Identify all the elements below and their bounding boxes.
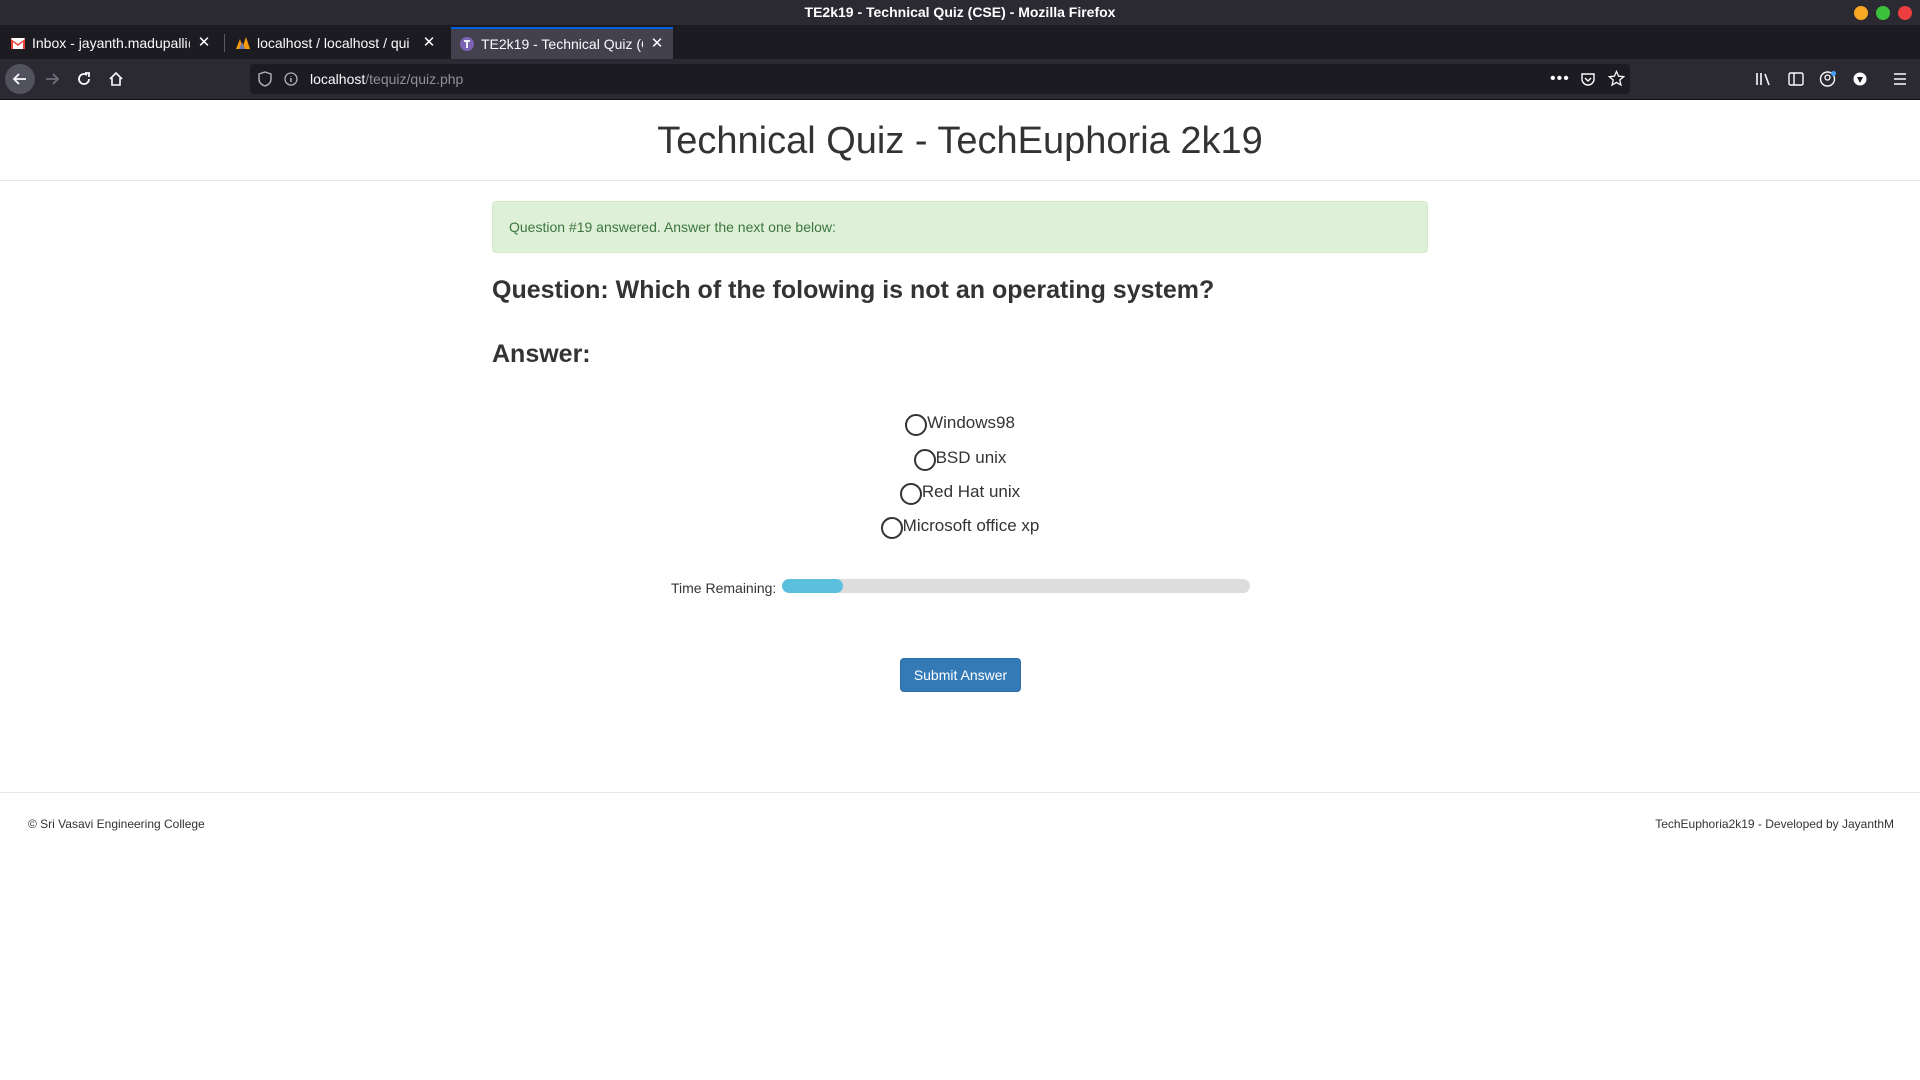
url-text[interactable]: localhost/tequiz/quiz.php xyxy=(310,64,463,94)
phpmyadmin-icon xyxy=(235,35,251,51)
answer-option[interactable]: Red Hat unix xyxy=(492,479,1428,505)
minimize-button[interactable] xyxy=(1854,6,1868,20)
url-host: localhost xyxy=(310,71,366,87)
sidebar-icon xyxy=(1788,72,1804,86)
bookmark-star-icon[interactable] xyxy=(1607,69,1626,92)
back-arrow-icon xyxy=(12,73,26,85)
forward-arrow-icon xyxy=(46,73,60,85)
back-button[interactable] xyxy=(5,64,35,94)
tab-title: Inbox - jayanth.madupalli@ xyxy=(32,35,190,51)
radio-button[interactable] xyxy=(905,414,928,436)
footer-credit: TechEuphoria2k19 - Developed by JayanthM xyxy=(1655,817,1894,831)
extension-icon xyxy=(1853,72,1867,86)
menu-button[interactable] xyxy=(1885,64,1915,94)
page-header: Technical Quiz - TechEuphoria 2k19 xyxy=(0,100,1920,181)
tab-title: localhost / localhost / qui xyxy=(257,35,410,51)
tab-title: TE2k19 - Technical Quiz (CS xyxy=(481,36,643,52)
close-tab-icon[interactable]: ✕ xyxy=(196,35,212,51)
navigation-toolbar: localhost/tequiz/quiz.php ••• xyxy=(0,59,1920,100)
tracking-shield-icon[interactable] xyxy=(258,71,272,92)
close-window-button[interactable] xyxy=(1898,6,1912,20)
question-text: Question: Which of the folowing is not a… xyxy=(492,276,1215,304)
hamburger-menu-icon xyxy=(1894,73,1906,85)
option-label[interactable]: Windows98 xyxy=(927,413,1015,433)
answer-label: Answer: xyxy=(492,340,591,368)
home-button[interactable] xyxy=(101,64,131,94)
answer-option[interactable]: Windows98 xyxy=(492,410,1428,436)
gmail-icon xyxy=(10,35,26,51)
url-bar[interactable]: localhost/tequiz/quiz.php ••• xyxy=(250,64,1630,94)
page-content: Technical Quiz - TechEuphoria 2k19 Quest… xyxy=(0,100,1920,1080)
account-icon xyxy=(1819,71,1836,87)
success-alert: Question #19 answered. Answer the next o… xyxy=(492,201,1428,253)
time-remaining-label: Time Remaining: xyxy=(671,580,777,596)
account-button[interactable] xyxy=(1813,64,1843,94)
maximize-button[interactable] xyxy=(1876,6,1890,20)
tab-quiz[interactable]: TE2k19 - Technical Quiz (CS ✕ xyxy=(451,27,673,59)
pocket-icon[interactable] xyxy=(1580,71,1596,92)
sidebar-button[interactable] xyxy=(1781,64,1811,94)
window-titlebar: TE2k19 - Technical Quiz (CSE) - Mozilla … xyxy=(0,0,1920,25)
extension-button[interactable] xyxy=(1845,64,1875,94)
page-footer: © Sri Vasavi Engineering College TechEup… xyxy=(0,792,1920,852)
url-path: /tequiz/quiz.php xyxy=(365,71,464,87)
footer-copyright: © Sri Vasavi Engineering College xyxy=(28,817,205,831)
option-label[interactable]: Red Hat unix xyxy=(922,482,1020,502)
submit-answer-button[interactable]: Submit Answer xyxy=(900,658,1021,692)
radio-button[interactable] xyxy=(899,483,922,505)
answer-option[interactable]: BSD unix xyxy=(492,445,1428,471)
radio-button[interactable] xyxy=(913,449,936,471)
forward-button[interactable] xyxy=(37,64,67,94)
window-title: TE2k19 - Technical Quiz (CSE) - Mozilla … xyxy=(804,4,1116,20)
reload-button[interactable] xyxy=(69,64,99,94)
reload-icon xyxy=(78,72,90,85)
answer-option[interactable]: Microsoft office xp xyxy=(492,513,1428,539)
time-remaining-progress-bar xyxy=(782,579,1250,593)
site-info-icon[interactable] xyxy=(284,72,298,91)
page-title: Technical Quiz - TechEuphoria 2k19 xyxy=(657,120,1263,162)
library-button[interactable] xyxy=(1749,64,1779,94)
radio-button[interactable] xyxy=(880,517,903,539)
tab-strip: Inbox - jayanth.madupalli@ ✕ localhost /… xyxy=(0,25,1920,79)
tab-separator xyxy=(224,34,225,52)
close-tab-icon[interactable]: ✕ xyxy=(649,36,665,52)
site-icon xyxy=(459,36,475,52)
option-label[interactable]: Microsoft office xp xyxy=(903,516,1040,536)
home-icon xyxy=(109,71,123,86)
tab-gmail[interactable]: Inbox - jayanth.madupalli@ ✕ xyxy=(2,27,220,59)
progress-fill xyxy=(782,579,843,593)
library-icon xyxy=(1756,73,1770,86)
close-tab-icon[interactable]: ✕ xyxy=(421,35,437,51)
option-label[interactable]: BSD unix xyxy=(936,448,1007,468)
page-actions-icon[interactable]: ••• xyxy=(1550,70,1570,88)
tab-phpmyadmin[interactable]: localhost / localhost / qui ✕ xyxy=(227,27,445,59)
